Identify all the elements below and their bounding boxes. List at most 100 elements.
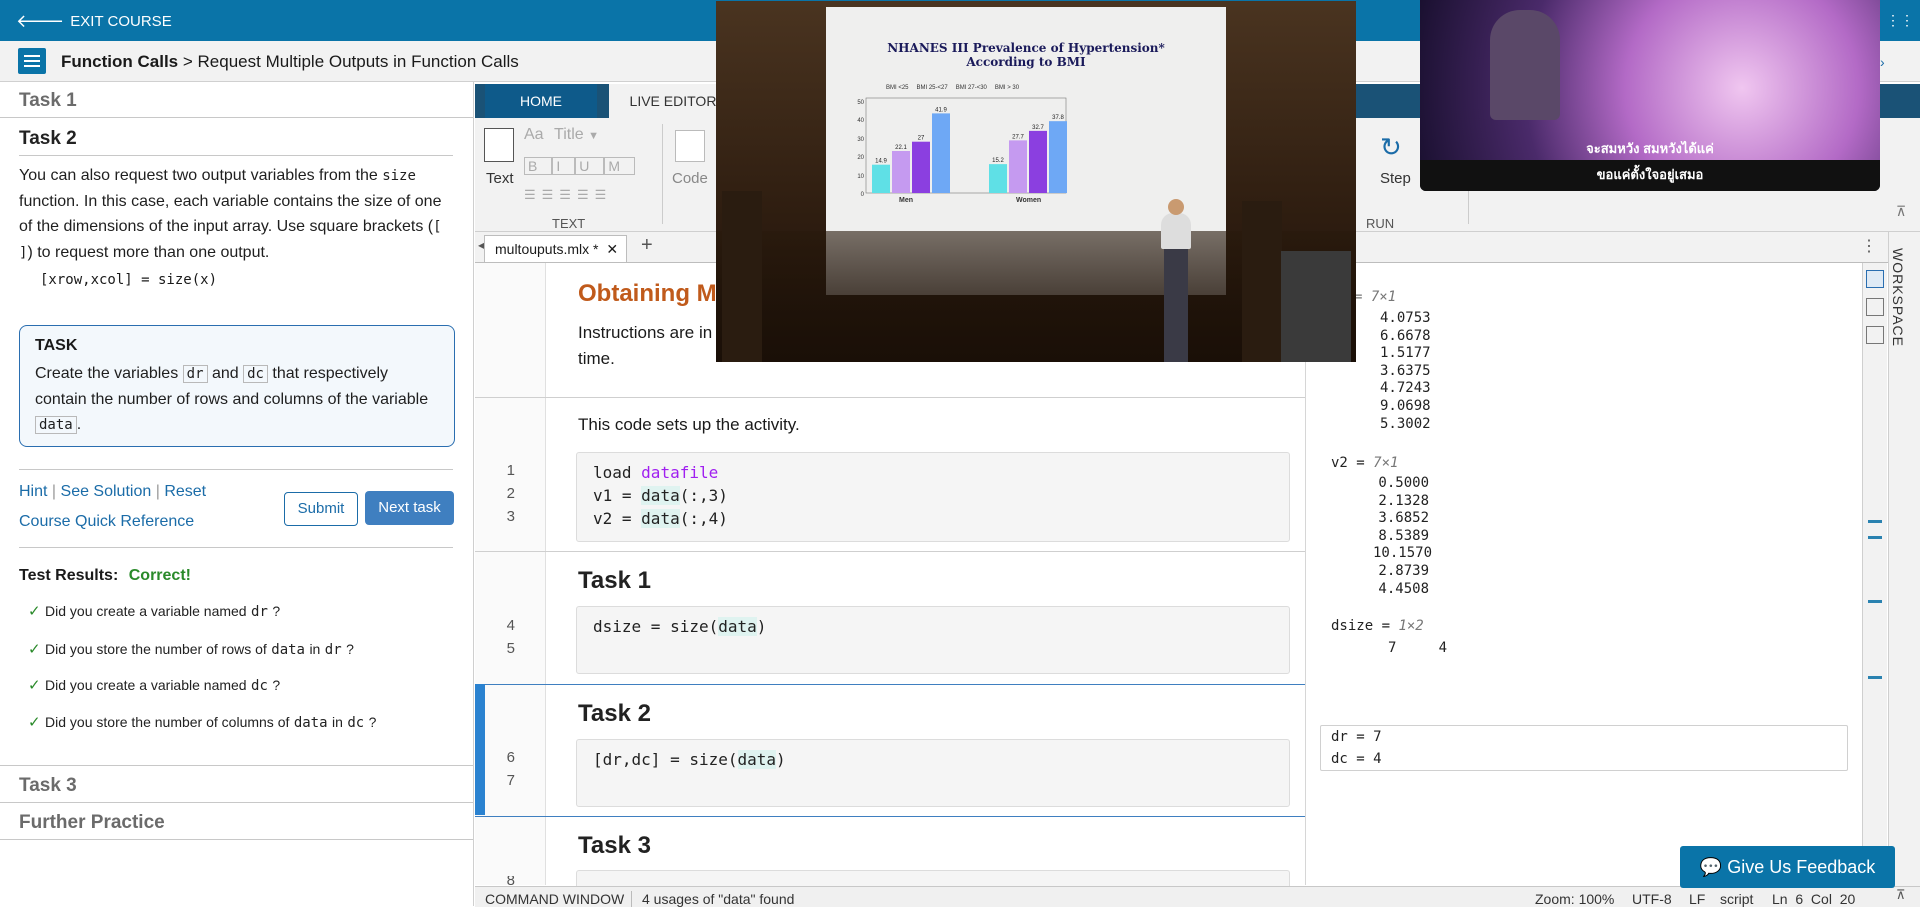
add-tab-button[interactable]: + — [641, 234, 653, 257]
exit-course-link[interactable]: 🡐 EXIT COURSE — [16, 11, 172, 32]
close-icon[interactable]: ✕ — [606, 241, 618, 257]
test-text: Did you create a variable named — [45, 677, 247, 693]
divider — [0, 839, 473, 840]
test-results-label: Test Results: — [19, 567, 119, 584]
test-item: ✓ Did you create a variable named dc ? — [28, 676, 280, 695]
test-text: ? — [346, 641, 354, 657]
test-item: ✓ Did you store the number of rows of da… — [28, 640, 354, 659]
list-align-icons[interactable]: ☰☰☰☰☰ — [524, 187, 612, 203]
women-label: Women — [1016, 197, 1042, 204]
task1-code-block[interactable]: dsize = size(data) — [576, 606, 1290, 674]
expand-icon[interactable]: ⊼ — [1896, 887, 1906, 903]
divider — [19, 547, 453, 548]
collapse-ribbon-icon[interactable]: ⊼ — [1896, 203, 1906, 220]
output-value: 4.7243 — [1380, 380, 1431, 397]
output-right-icon[interactable] — [1866, 298, 1884, 316]
setup-code-block[interactable]: load datafile v1 = data(:,3) v2 = data(:… — [576, 452, 1290, 542]
bold-icon[interactable]: B — [524, 157, 553, 175]
task2-code-block[interactable]: [dr,dc] = size(data) — [576, 739, 1290, 807]
submit-button[interactable]: Submit — [284, 492, 358, 526]
line-number: 5 — [506, 640, 515, 657]
stage-banner — [722, 191, 762, 362]
command-window-tab[interactable]: COMMAND WINDOW — [485, 891, 624, 907]
instructions-text: Instructions are in — [578, 323, 713, 342]
output-inline-icon[interactable] — [1866, 270, 1884, 288]
text-icon[interactable] — [484, 128, 514, 162]
test-text: in — [332, 714, 343, 730]
anime-scene — [1420, 0, 1880, 160]
next-task-button[interactable]: Next task — [365, 491, 454, 525]
divider — [0, 765, 473, 766]
see-solution-link[interactable]: See Solution — [61, 483, 152, 500]
code-var: data — [718, 617, 757, 636]
breadcrumb: Function Calls > Request Multiple Output… — [61, 52, 519, 72]
data-label: 14.9 — [875, 159, 887, 165]
chevron-right-icon[interactable]: › — [1880, 54, 1885, 70]
tab-multouputs[interactable]: multouputs.mlx * ✕ — [484, 235, 627, 262]
video-overlay-2[interactable]: จะสมหวัง สมหวังได้แค่ ขอแค่ตั้งใจอยู่เสม… — [1420, 0, 1880, 191]
underline-icon[interactable]: U — [575, 157, 605, 175]
data-label: 15.2 — [992, 158, 1004, 164]
monospace-icon[interactable]: M — [604, 157, 636, 175]
further-practice-header[interactable]: Further Practice — [0, 812, 165, 834]
task-box-title: TASK — [35, 337, 78, 354]
divider — [0, 117, 473, 118]
output-value: 3.6852 — [1378, 510, 1429, 527]
line-number: 3 — [506, 508, 515, 525]
title-dropdown-label: Title — [554, 126, 584, 143]
code-var: data — [641, 509, 680, 528]
task1-header[interactable]: Task 1 — [0, 90, 77, 112]
dsize-label: dsize = 1×2 — [1331, 618, 1424, 634]
give-feedback-button[interactable]: 💬 Give Us Feedback — [1680, 846, 1895, 888]
output-sidebar — [1862, 263, 1887, 885]
code-text: v2 = — [593, 509, 642, 528]
format-buttons[interactable]: BIUM — [524, 157, 636, 175]
zoom-level[interactable]: Zoom: 100% — [1535, 891, 1614, 907]
code-icon[interactable] — [675, 130, 705, 162]
test-text: ? — [272, 677, 281, 693]
test-item: ✓ Did you create a variable named dr ? — [28, 602, 280, 621]
chart-bar — [1029, 130, 1047, 193]
breadcrumb-course[interactable]: Function Calls — [61, 52, 178, 71]
task-box-text: Create the variables dr and dc that resp… — [35, 361, 435, 438]
line-number: 4 — [506, 617, 515, 634]
line-number: 8 — [506, 876, 515, 886]
hamburger-menu-button[interactable] — [18, 48, 46, 74]
workspace-label[interactable]: WORKSPACE — [1890, 248, 1906, 347]
test-code: dc — [347, 715, 365, 731]
live-script-title: Obtaining M — [578, 280, 717, 307]
v1-dims: = 7×1 — [1354, 289, 1397, 305]
task1-heading: Task 1 — [578, 567, 651, 594]
tab-home[interactable]: HOME — [485, 84, 597, 118]
quick-reference-link[interactable]: Course Quick Reference — [19, 513, 194, 531]
dsize-values: 7 4 — [1388, 640, 1448, 656]
anime-figure — [1490, 10, 1560, 120]
more-options-icon[interactable]: ⋮ — [1861, 236, 1877, 256]
reset-link[interactable]: Reset — [164, 483, 206, 500]
code-text: dsize = size( — [593, 617, 719, 636]
stage-banner — [1242, 201, 1282, 362]
step-icon[interactable]: ↻ — [1380, 132, 1402, 163]
video-overlay[interactable]: NHANES III Prevalence of Hypertension* A… — [716, 1, 1356, 362]
tab-label: multouputs.mlx * — [495, 241, 599, 257]
output-hide-icon[interactable] — [1866, 326, 1884, 344]
code-var: data — [737, 750, 777, 769]
grid-icon[interactable]: ⋮⋮ — [1886, 12, 1914, 28]
task3-header[interactable]: Task 3 — [0, 775, 77, 797]
code-string: datafile — [641, 463, 719, 482]
arrow-left-icon: 🡐 — [16, 11, 65, 31]
v1-values: 4.0753 6.6678 1.5177 3.6375 4.7243 9.069… — [1380, 310, 1431, 433]
desc-code: size — [382, 168, 416, 184]
test-results: Test Results: Correct! — [19, 567, 191, 585]
divider — [19, 469, 453, 470]
scroll-marker — [1868, 536, 1882, 539]
code-line: v1 = data(:,3) — [577, 484, 1289, 507]
tick-label: 30 — [857, 136, 864, 143]
hint-link[interactable]: Hint — [19, 483, 47, 500]
status-bar: COMMAND WINDOW 4 usages of "data" found … — [475, 886, 1920, 907]
chart-bar — [1049, 121, 1067, 193]
podium — [1281, 251, 1351, 362]
scroll-marker — [1868, 676, 1882, 679]
title-dropdown[interactable]: Aa Title ▼ — [524, 126, 599, 144]
italic-icon[interactable]: I — [552, 157, 576, 175]
